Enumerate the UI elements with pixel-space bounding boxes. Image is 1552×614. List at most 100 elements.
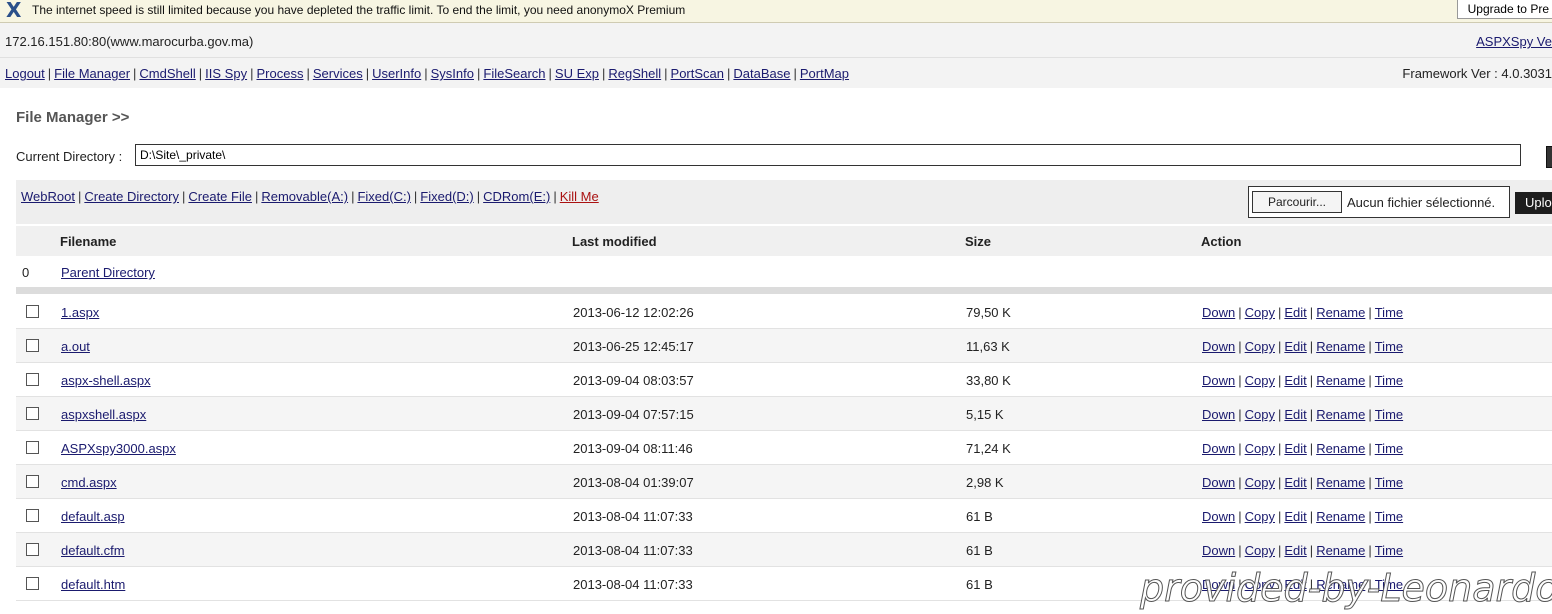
row-checkbox[interactable] <box>26 305 39 318</box>
file-link[interactable]: default.htm <box>61 577 125 592</box>
upload-button[interactable]: Uplo <box>1515 192 1552 214</box>
separator: | <box>1238 373 1242 388</box>
separator: | <box>1368 339 1372 354</box>
file-upload-field[interactable]: Parcourir... Aucun fichier sélectionné. <box>1248 186 1510 218</box>
action-edit-link[interactable]: Edit <box>1284 305 1306 320</box>
aspxspy-version-link[interactable]: ASPXSpy Ve <box>1476 34 1552 49</box>
action-copy-link[interactable]: Copy <box>1245 373 1275 388</box>
nav-link-cmdshell[interactable]: CmdShell <box>139 66 195 81</box>
action-rename-link[interactable]: Rename <box>1316 475 1365 490</box>
action-copy-link[interactable]: Copy <box>1245 441 1275 456</box>
action-time-link[interactable]: Time <box>1375 509 1403 524</box>
action-edit-link[interactable]: Edit <box>1284 543 1306 558</box>
action-edit-link[interactable]: Edit <box>1284 475 1306 490</box>
nav-link-su-exp[interactable]: SU Exp <box>555 66 599 81</box>
action-down-link[interactable]: Down <box>1202 305 1235 320</box>
file-link[interactable]: 1.aspx <box>61 305 99 320</box>
file-link[interactable]: ASPXspy3000.aspx <box>61 441 176 456</box>
action-down-link[interactable]: Down <box>1202 475 1235 490</box>
action-time-link[interactable]: Time <box>1375 543 1403 558</box>
action-time-link[interactable]: Time <box>1375 373 1403 388</box>
action-copy-link[interactable]: Copy <box>1245 407 1275 422</box>
action-rename-link[interactable]: Rename <box>1316 373 1365 388</box>
action-rename-link[interactable]: Rename <box>1316 407 1365 422</box>
current-directory-input[interactable] <box>135 144 1521 166</box>
file-link[interactable]: default.asp <box>61 509 125 524</box>
action-copy-link[interactable]: Copy <box>1245 305 1275 320</box>
action-edit-link[interactable]: Edit <box>1284 441 1306 456</box>
action-copy-link[interactable]: Copy <box>1245 509 1275 524</box>
action-down-link[interactable]: Down <box>1202 407 1235 422</box>
row-checkbox[interactable] <box>26 509 39 522</box>
action-edit-link[interactable]: Edit <box>1284 373 1306 388</box>
action-copy-link[interactable]: Copy <box>1245 475 1275 490</box>
row-checkbox[interactable] <box>26 475 39 488</box>
col-last-modified: Last modified <box>572 234 657 249</box>
action-down-link[interactable]: Down <box>1202 339 1235 354</box>
action-time-link[interactable]: Time <box>1375 407 1403 422</box>
last-modified: 2013-09-04 08:03:57 <box>573 373 694 388</box>
nav-link-filesearch[interactable]: FileSearch <box>483 66 545 81</box>
action-edit-link[interactable]: Edit <box>1284 339 1306 354</box>
row-checkbox[interactable] <box>26 577 39 590</box>
action-rename-link[interactable]: Rename <box>1316 509 1365 524</box>
file-link[interactable]: aspxshell.aspx <box>61 407 146 422</box>
upgrade-button[interactable]: Upgrade to Pre <box>1456 0 1552 19</box>
drive-link-fixed-c[interactable]: Fixed(C:) <box>357 189 410 204</box>
action-time-link[interactable]: Time <box>1375 441 1403 456</box>
action-time-link[interactable]: Time <box>1375 475 1403 490</box>
drive-link-create-file[interactable]: Create File <box>188 189 252 204</box>
parent-directory-link[interactable]: Parent Directory <box>61 265 155 280</box>
nav-link-iis-spy[interactable]: IIS Spy <box>205 66 247 81</box>
separator: | <box>198 66 203 81</box>
action-rename-link[interactable]: Rename <box>1316 441 1365 456</box>
nav-link-services[interactable]: Services <box>313 66 363 81</box>
action-rename-link[interactable]: Rename <box>1316 543 1365 558</box>
nav-link-logout[interactable]: Logout <box>5 66 45 81</box>
file-link[interactable]: aspx-shell.aspx <box>61 373 151 388</box>
nav-link-portmap[interactable]: PortMap <box>800 66 849 81</box>
drive-link-removable-a[interactable]: Removable(A:) <box>261 189 348 204</box>
separator: | <box>182 189 186 204</box>
nav-link-userinfo[interactable]: UserInfo <box>372 66 421 81</box>
row-checkbox[interactable] <box>26 441 39 454</box>
drive-link-cdrom-e[interactable]: CDRom(E:) <box>483 189 550 204</box>
nav-link-file-manager[interactable]: File Manager <box>54 66 130 81</box>
action-down-link[interactable]: Down <box>1202 373 1235 388</box>
nav-link-database[interactable]: DataBase <box>733 66 790 81</box>
action-time-link[interactable]: Time <box>1375 305 1403 320</box>
action-copy-link[interactable]: Copy <box>1245 543 1275 558</box>
nav-link-regshell[interactable]: RegShell <box>608 66 661 81</box>
drive-link-fixed-d[interactable]: Fixed(D:) <box>420 189 473 204</box>
nav-link-process[interactable]: Process <box>256 66 303 81</box>
action-down-link[interactable]: Down <box>1202 509 1235 524</box>
separator: | <box>727 66 731 81</box>
separator: | <box>1309 339 1314 354</box>
action-edit-link[interactable]: Edit <box>1284 509 1306 524</box>
action-edit-link[interactable]: Edit <box>1284 407 1306 422</box>
nav-link-portscan[interactable]: PortScan <box>671 66 724 81</box>
row-checkbox[interactable] <box>26 339 39 352</box>
file-link[interactable]: default.cfm <box>61 543 125 558</box>
go-button[interactable] <box>1546 146 1552 168</box>
drive-link-create-directory[interactable]: Create Directory <box>84 189 179 204</box>
file-link[interactable]: a.out <box>61 339 90 354</box>
action-down-link[interactable]: Down <box>1202 441 1235 456</box>
separator: | <box>1278 339 1282 354</box>
kill-me-link[interactable]: Kill Me <box>560 189 599 204</box>
row-checkbox[interactable] <box>26 543 39 556</box>
table-row: aspxshell.aspx 2013-09-04 07:57:15 5,15 K D… <box>16 397 1552 431</box>
action-rename-link[interactable]: Rename <box>1316 305 1365 320</box>
drive-link-webroot[interactable]: WebRoot <box>21 189 75 204</box>
action-down-link[interactable]: Down <box>1202 543 1235 558</box>
action-copy-link[interactable]: Copy <box>1245 339 1275 354</box>
file-size: 11,63 K <box>966 339 1010 354</box>
separator: | <box>1278 373 1282 388</box>
nav-link-sysinfo[interactable]: SysInfo <box>431 66 474 81</box>
action-time-link[interactable]: Time <box>1375 339 1403 354</box>
browse-button[interactable]: Parcourir... <box>1252 191 1342 213</box>
file-link[interactable]: cmd.aspx <box>61 475 117 490</box>
action-rename-link[interactable]: Rename <box>1316 339 1365 354</box>
row-checkbox[interactable] <box>26 373 39 386</box>
row-checkbox[interactable] <box>26 407 39 420</box>
